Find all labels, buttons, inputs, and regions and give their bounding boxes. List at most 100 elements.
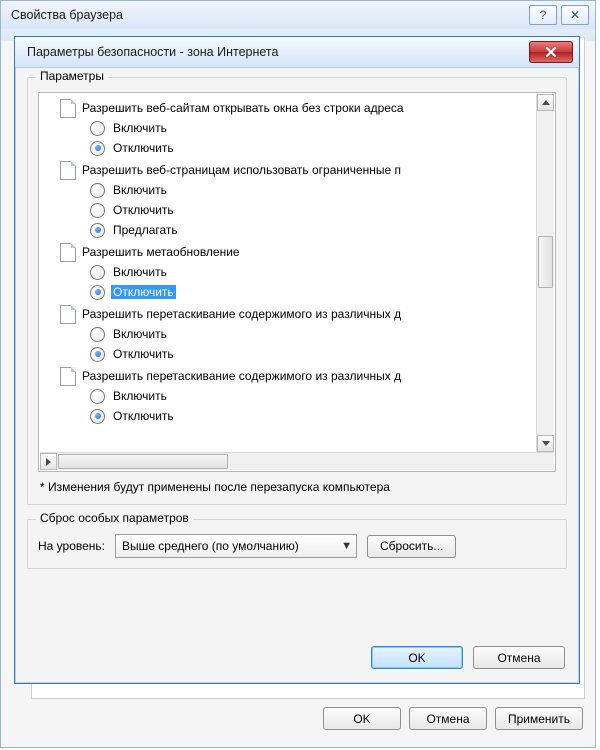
outer-ok-button[interactable]: OK (323, 707, 401, 730)
radio-button[interactable] (90, 409, 105, 424)
setting-group: Разрешить веб-сайтам открывать окна без … (46, 98, 534, 158)
radio-button[interactable] (90, 121, 105, 136)
restart-note: * Изменения будут применены после переза… (40, 480, 554, 494)
parameters-tree[interactable]: Разрешить веб-сайтам открывать окна без … (40, 94, 536, 452)
setting-group: Разрешить веб-страницам использовать огр… (46, 160, 534, 240)
setting-option[interactable]: Включить (90, 386, 534, 406)
document-icon (60, 367, 76, 386)
help-icon: ? (540, 8, 547, 22)
radio-button[interactable] (90, 141, 105, 156)
setting-option-label: Отключить (111, 285, 176, 299)
vertical-scroll-thumb[interactable] (538, 236, 553, 288)
outer-cancel-button[interactable]: Отмена (409, 707, 487, 730)
document-icon (60, 243, 76, 262)
reset-level-select[interactable]: Выше среднего (по умолчанию) ▼ (115, 534, 357, 558)
document-icon (60, 305, 76, 324)
radio-button[interactable] (90, 327, 105, 342)
parameters-listbox: Разрешить веб-сайтам открывать окна без … (38, 92, 556, 472)
chevron-right-icon (46, 458, 51, 466)
setting-group-header[interactable]: Разрешить перетаскивание содержимого из … (60, 304, 534, 324)
outer-titlebar[interactable]: Свойства браузера ? ✕ (1, 1, 595, 29)
dialog-body: Параметры Разрешить веб-сайтам открывать… (27, 77, 567, 627)
setting-option-label: Включить (111, 183, 169, 197)
setting-group-title: Разрешить веб-страницам использовать огр… (82, 163, 401, 177)
setting-group-title: Разрешить перетаскивание содержимого из … (82, 307, 401, 321)
dialog-cancel-button[interactable]: Отмена (473, 646, 565, 669)
chevron-down-icon: ▼ (341, 540, 352, 552)
setting-option[interactable]: Отключить (90, 406, 534, 426)
setting-option[interactable]: Отключить (90, 200, 534, 220)
document-icon (60, 161, 76, 180)
setting-option[interactable]: Отключить (90, 138, 534, 158)
security-settings-dialog: Параметры безопасности - зона Интернета … (14, 36, 580, 684)
outer-apply-button[interactable]: Применить (495, 707, 583, 730)
setting-option[interactable]: Включить (90, 262, 534, 282)
setting-options: Включить Отключить (90, 386, 534, 426)
horizontal-scroll-thumb[interactable] (58, 454, 228, 469)
radio-button[interactable] (90, 265, 105, 280)
reset-level-value: Выше среднего (по умолчанию) (122, 539, 299, 553)
outer-window-title: Свойства браузера (11, 8, 525, 22)
setting-group-header[interactable]: Разрешить метаобновление (60, 242, 534, 262)
reset-legend: Сброс особых параметров (36, 511, 193, 525)
vertical-scrollbar[interactable] (536, 94, 554, 452)
parameters-groupbox: Параметры Разрешить веб-сайтам открывать… (27, 77, 567, 505)
chevron-down-icon (542, 441, 550, 446)
setting-option-label: Включить (111, 121, 169, 135)
scroll-down-button[interactable] (537, 435, 554, 452)
setting-group-header[interactable]: Разрешить веб-страницам использовать огр… (60, 160, 534, 180)
outer-close-button[interactable]: ✕ (561, 5, 589, 25)
setting-option-label: Отключить (111, 203, 176, 217)
setting-group-header[interactable]: Разрешить веб-сайтам открывать окна без … (60, 98, 534, 118)
dialog-title: Параметры безопасности - зона Интернета (27, 45, 529, 59)
chevron-up-icon (542, 100, 550, 105)
setting-group: Разрешить метаобновление Включить Отключит… (46, 242, 534, 302)
radio-button[interactable] (90, 389, 105, 404)
scroll-right-button[interactable] (40, 453, 57, 470)
reset-level-label: На уровень: (38, 539, 105, 553)
setting-option-label: Отключить (111, 409, 176, 423)
dialog-titlebar[interactable]: Параметры безопасности - зона Интернета (15, 37, 579, 68)
setting-option[interactable]: Включить (90, 324, 534, 344)
setting-options: Включить Отключить (90, 262, 534, 302)
setting-option[interactable]: Предлагать (90, 220, 534, 240)
setting-group-header[interactable]: Разрешить перетаскивание содержимого из … (60, 366, 534, 386)
reset-row: На уровень: Выше среднего (по умолчанию)… (38, 534, 556, 558)
document-icon (60, 99, 76, 118)
setting-options: Включить Отключить (90, 118, 534, 158)
setting-option-label: Предлагать (111, 223, 180, 237)
dialog-close-button[interactable] (529, 41, 573, 63)
setting-option[interactable]: Отключить (90, 282, 534, 302)
setting-group-title: Разрешить метаобновление (82, 245, 240, 259)
horizontal-scrollbar[interactable] (40, 452, 554, 470)
dialog-ok-button[interactable]: OK (371, 646, 463, 669)
setting-option-label: Включить (111, 265, 169, 279)
setting-option[interactable]: Включить (90, 180, 534, 200)
radio-button[interactable] (90, 347, 105, 362)
setting-option-label: Включить (111, 389, 169, 403)
setting-group-title: Разрешить перетаскивание содержимого из … (82, 369, 401, 383)
parameters-legend: Параметры (36, 69, 108, 83)
dialog-footer: OK Отмена (371, 646, 565, 669)
setting-option-label: Отключить (111, 141, 176, 155)
radio-button[interactable] (90, 285, 105, 300)
setting-group-title: Разрешить веб-сайтам открывать окна без … (82, 101, 404, 115)
setting-group: Разрешить перетаскивание содержимого из … (46, 304, 534, 364)
reset-button[interactable]: Сбросить... (367, 535, 456, 558)
outer-footer: OK Отмена Применить (1, 707, 595, 739)
radio-button[interactable] (90, 183, 105, 198)
reset-groupbox: Сброс особых параметров На уровень: Выше… (27, 519, 567, 569)
setting-options: Включить Отключить Предлагать (90, 180, 534, 240)
setting-option-label: Включить (111, 327, 169, 341)
setting-option-label: Отключить (111, 347, 176, 361)
close-icon (545, 46, 557, 58)
setting-option[interactable]: Включить (90, 118, 534, 138)
setting-option[interactable]: Отключить (90, 344, 534, 364)
radio-button[interactable] (90, 203, 105, 218)
close-icon: ✕ (570, 8, 580, 22)
setting-options: Включить Отключить (90, 324, 534, 364)
help-button[interactable]: ? (529, 5, 557, 25)
radio-button[interactable] (90, 223, 105, 238)
setting-group: Разрешить перетаскивание содержимого из … (46, 366, 534, 426)
scroll-up-button[interactable] (537, 94, 554, 111)
